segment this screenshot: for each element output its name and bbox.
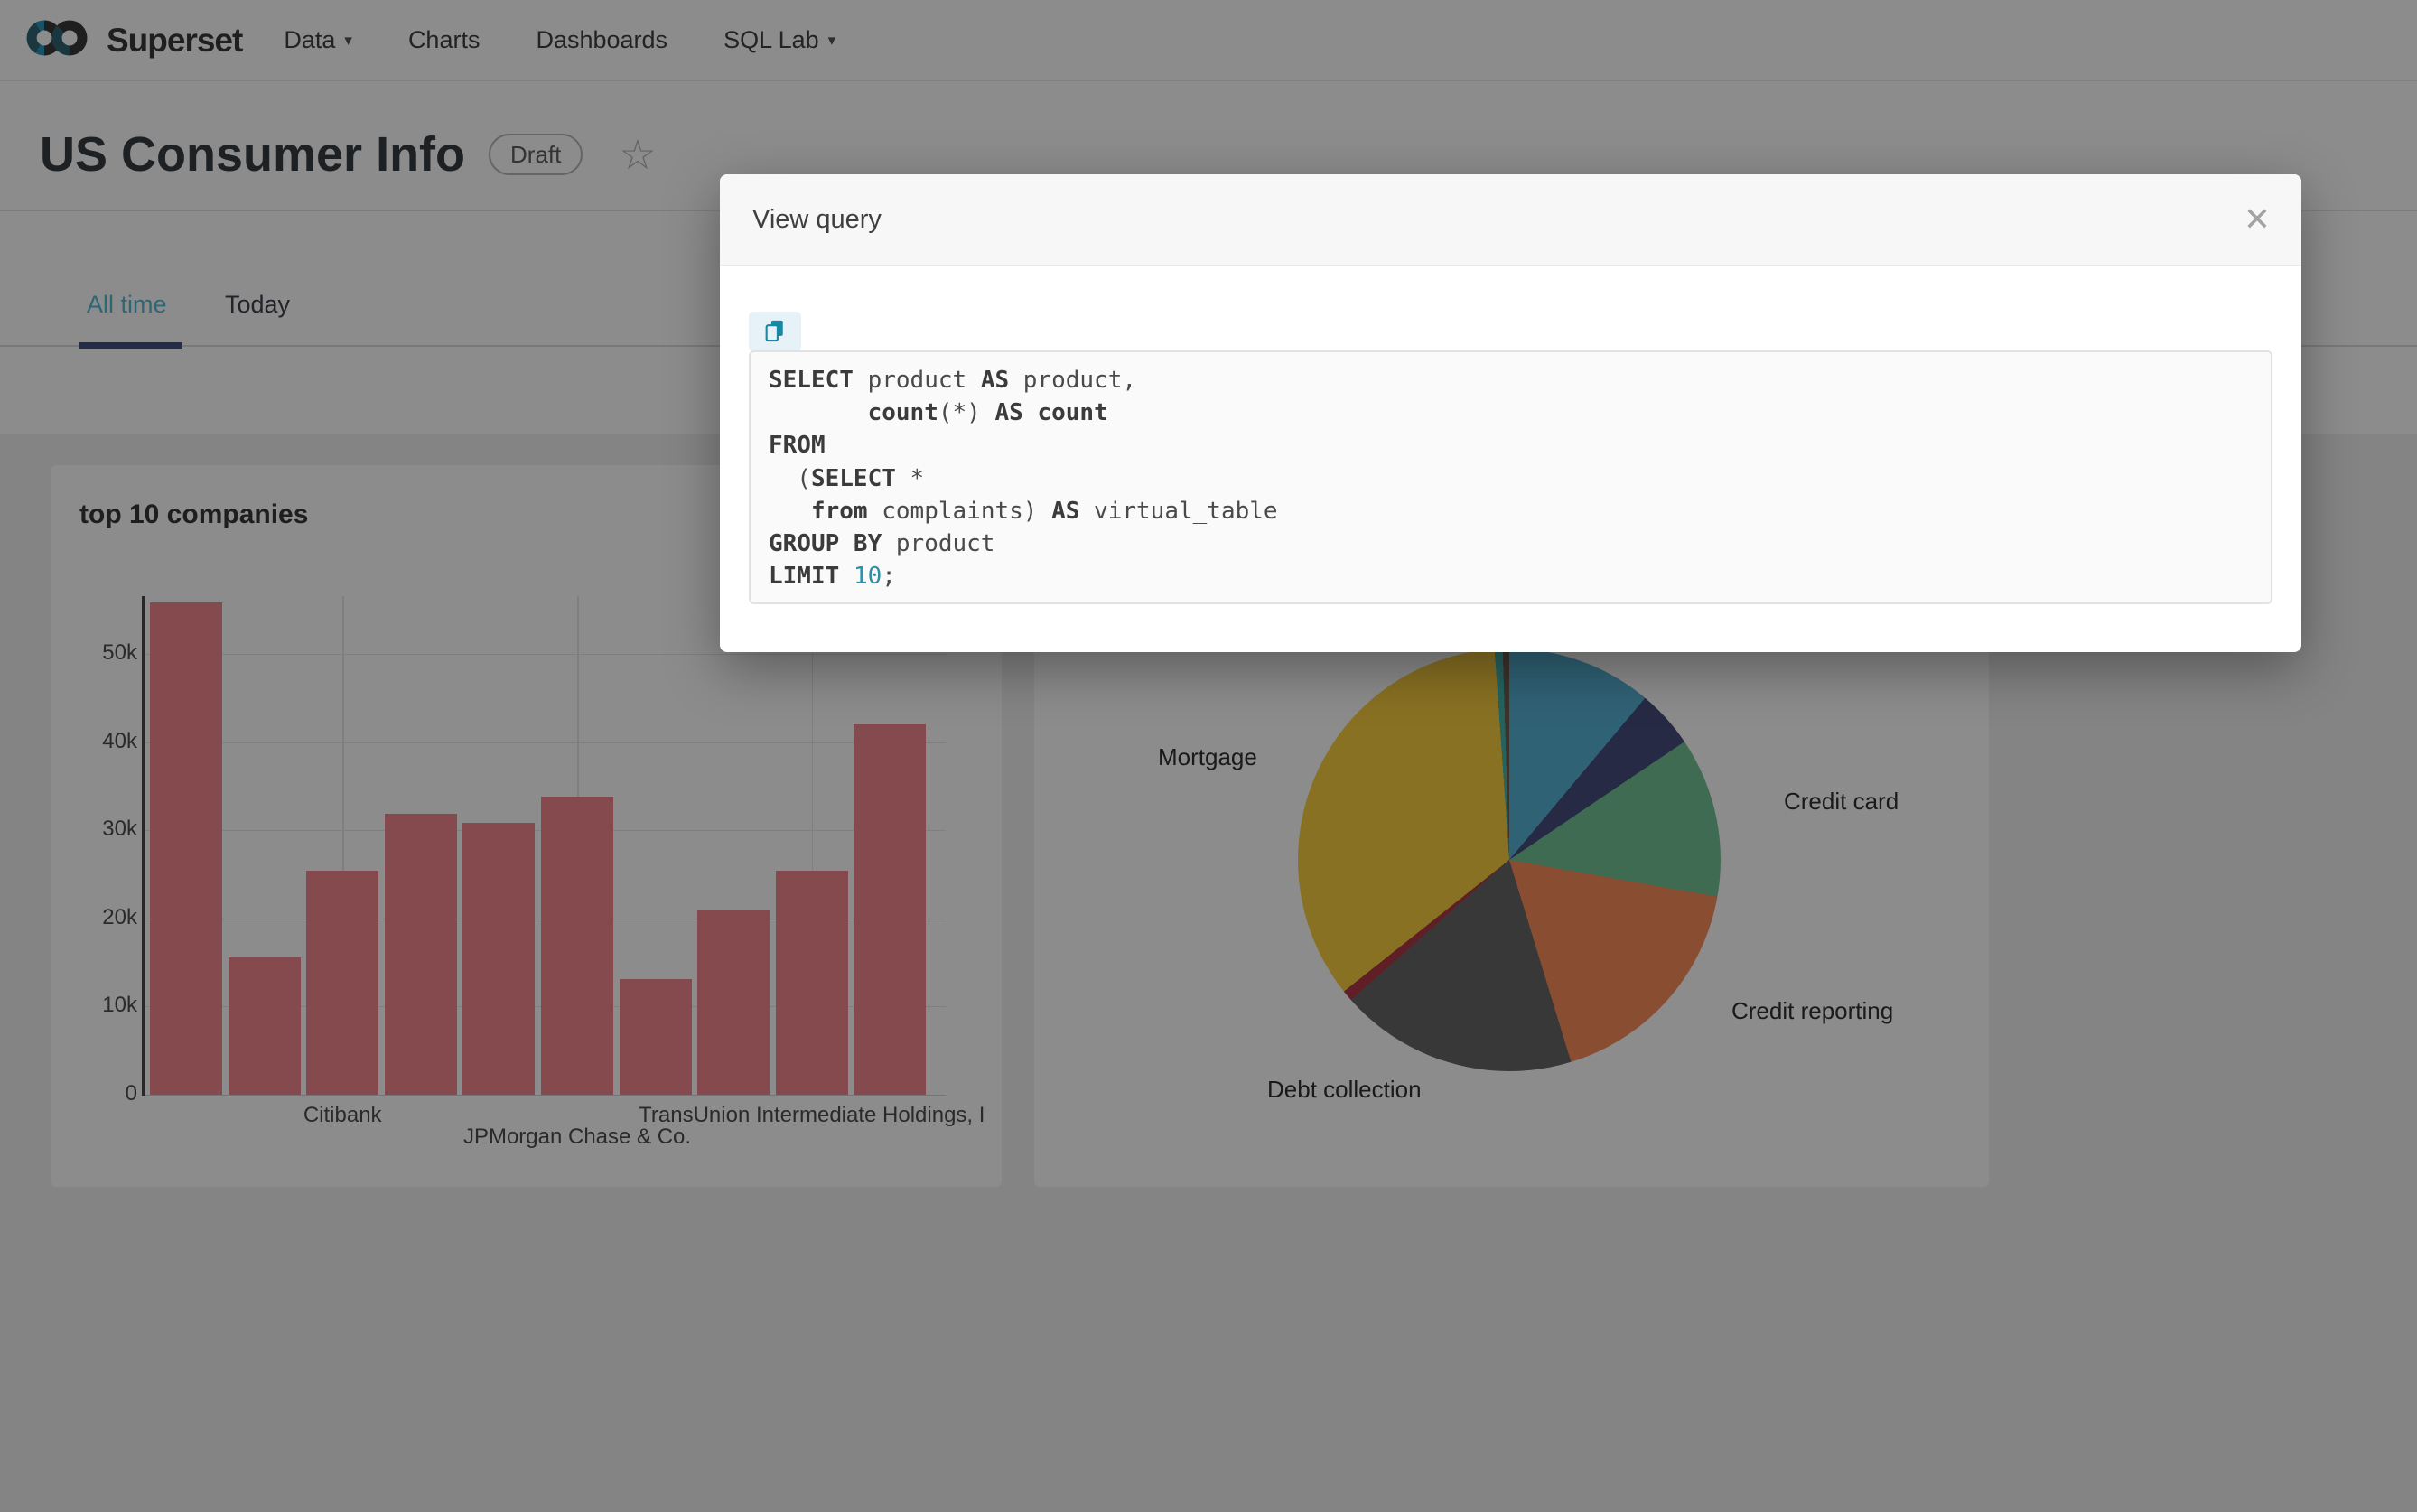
sql-code-line: from complaints) AS virtual_table (769, 495, 2253, 527)
sql-code-line: SELECT product AS product, (769, 364, 2253, 397)
copy-query-button[interactable] (749, 312, 801, 351)
superset-app: Superset Data▾ChartsDashboardsSQL Lab▾ U… (0, 0, 2417, 1512)
copy-icon (762, 318, 788, 346)
sql-query-code: SELECT product AS product, count(*) AS c… (749, 350, 2272, 604)
sql-code-line: (SELECT * (769, 462, 2253, 495)
sql-code-line: FROM (769, 429, 2253, 462)
sql-code-line: LIMIT 10; (769, 560, 2253, 593)
sql-code-line: GROUP BY product (769, 527, 2253, 560)
modal-header: View query ✕ (720, 174, 2301, 266)
close-icon[interactable]: ✕ (2244, 203, 2271, 236)
view-query-modal: View query ✕ SELECT product AS product, … (720, 174, 2301, 652)
sql-code-line: count(*) AS count (769, 397, 2253, 429)
modal-title: View query (752, 205, 882, 235)
